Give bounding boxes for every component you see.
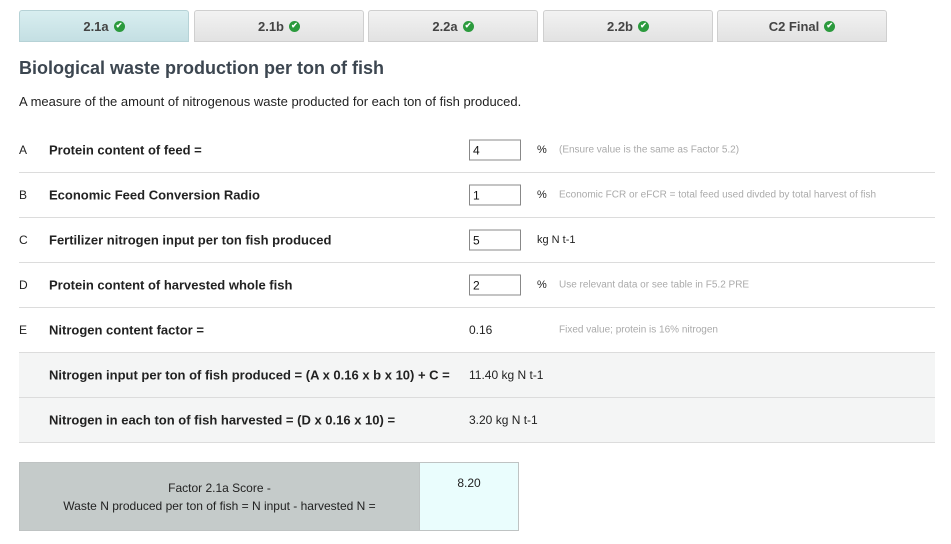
score-label-line2: Waste N produced per ton of fish = N inp…: [63, 498, 376, 513]
protein-feed-input[interactable]: 4: [469, 139, 521, 161]
check-circle-icon: ✔: [113, 20, 125, 32]
tab-2-2a[interactable]: 2.2a ✔: [368, 10, 538, 42]
page-title: Biological waste production per ton of f…: [19, 58, 385, 78]
row-label: Nitrogen content factor =: [49, 322, 204, 338]
row-letter: D: [19, 278, 28, 292]
row-hint: (Ensure value is the same as Factor 5.2): [559, 144, 740, 156]
row-hint: Economic FCR or eFCR = total feed used d…: [559, 189, 877, 201]
page-subtitle: A measure of the amount of nitrogenous w…: [19, 94, 522, 109]
row-letter: A: [19, 143, 28, 157]
nitrogen-harvested-value: 3.20 kg N t-1: [469, 413, 538, 427]
row-label: Protein content of feed =: [49, 142, 202, 158]
row-hint: Fixed value; protein is 16% nitrogen: [559, 324, 718, 336]
row-label: Nitrogen input per ton of fish produced …: [49, 367, 450, 383]
tab-label: 2.1b: [257, 18, 284, 34]
tab-label: C2 Final: [768, 18, 820, 34]
nitrogen-harvested-row: Nitrogen in each ton of fish harvested =…: [19, 398, 935, 443]
check-circle-icon: ✔: [638, 20, 649, 32]
factor-row-a: A Protein content of feed = 4 % (Ensure …: [19, 128, 935, 173]
score-value: 8.20: [419, 463, 518, 530]
efcr-input[interactable]: 1: [469, 184, 521, 206]
score-label: Factor 2.1a Score - Waste N produced per…: [20, 463, 419, 530]
tab-label: 2.2a: [432, 18, 458, 34]
row-unit: %: [537, 144, 547, 156]
tab-2-2b[interactable]: 2.2b ✔: [543, 10, 713, 42]
tab-2-1b[interactable]: 2.1b ✔: [194, 10, 364, 42]
tab-c2-final[interactable]: C2 Final ✔: [717, 10, 887, 42]
tab-label: 2.1a: [83, 18, 109, 34]
score-label-line1: Factor 2.1a Score -: [168, 480, 271, 495]
nitrogen-factor-value: 0.16: [469, 323, 493, 337]
check-circle-icon: ✔: [824, 20, 836, 32]
factor-row-d: D Protein content of harvested whole fis…: [19, 263, 935, 308]
row-unit: %: [537, 279, 547, 291]
row-letter: E: [19, 323, 28, 337]
row-label: Fertilizer nitrogen input per ton fish p…: [49, 232, 332, 248]
factor-row-c: C Fertilizer nitrogen input per ton fish…: [19, 218, 935, 263]
protein-fish-input[interactable]: 2: [469, 274, 521, 296]
row-hint: Use relevant data or see table in F5.2 P…: [559, 279, 750, 291]
tab-2-1a[interactable]: 2.1a ✔: [19, 10, 189, 42]
check-circle-icon: ✔: [289, 20, 300, 32]
row-label: Economic Feed Conversion Radio: [49, 187, 260, 203]
row-letter: C: [19, 233, 28, 247]
factor-row-e: E Nitrogen content factor = 0.16 Fixed v…: [19, 308, 935, 353]
factor-row-b: B Economic Feed Conversion Radio 1 % Eco…: [19, 173, 935, 218]
fertilizer-nitrogen-input[interactable]: 5: [469, 229, 521, 251]
row-label: Nitrogen in each ton of fish harvested =…: [49, 412, 396, 428]
row-letter: B: [19, 188, 28, 202]
factor-score-box: Factor 2.1a Score - Waste N produced per…: [19, 462, 519, 531]
row-label: Protein content of harvested whole fish: [49, 277, 293, 293]
row-unit: %: [537, 189, 547, 201]
check-circle-icon: ✔: [462, 20, 474, 32]
tab-label: 2.2b: [606, 18, 633, 34]
row-unit: kg N t-1: [537, 234, 576, 246]
nitrogen-input-value: 11.40 kg N t-1: [469, 368, 544, 382]
nitrogen-input-row: Nitrogen input per ton of fish produced …: [19, 353, 935, 398]
